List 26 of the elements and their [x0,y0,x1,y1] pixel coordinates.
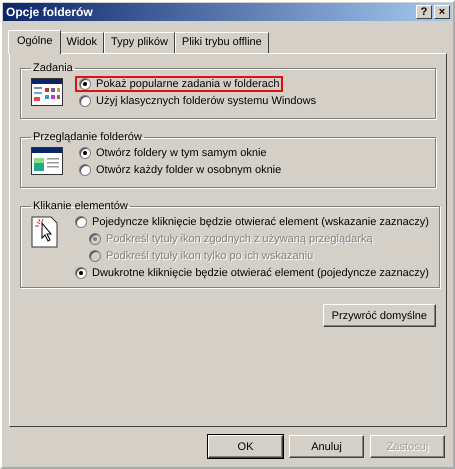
radio-option[interactable]: Pojedyncze kliknięcie będzie otwierać element (wskazanie zaznaczy) [71,214,433,230]
radio-option[interactable]: Dwukrotne kliknięcie będzie otwierać element (pojedyncze zaznaczy) [71,265,433,281]
radio-button[interactable] [79,164,91,176]
radio-button[interactable] [75,267,87,279]
tab[interactable]: Ogólne [8,30,62,54]
group-title: Zadania [32,62,74,74]
radio-button[interactable] [79,95,91,107]
group-title: Klikanie elementów [32,200,129,212]
restore-defaults-button[interactable]: Przywróć domyślne [322,304,436,327]
dialog-button[interactable]: Anuluj [289,435,364,458]
radio-button[interactable] [79,78,91,90]
radio-option[interactable]: Pokaż popularne zadania w folderach [75,76,284,92]
click-cursor-icon [31,216,59,248]
radio-option[interactable]: Użyj klasycznych folderów systemu Windows [75,93,320,109]
window-title: Opcje folderów [6,5,94,19]
close-button[interactable]: × [434,5,450,19]
radio-option[interactable]: Otwórz każdy folder w osobnym oknie [75,162,286,178]
help-button[interactable]: ? [416,5,432,19]
tab[interactable]: Typy plików [104,32,175,53]
tab[interactable]: Widok [59,32,104,53]
radio-option[interactable]: Otwórz foldery w tym samym oknie [75,145,271,161]
group-title: Przeglądanie folderów [32,131,143,143]
tab[interactable]: Pliki trybu offline [174,32,269,53]
radio-button[interactable] [79,147,91,159]
radio-button[interactable] [75,216,87,228]
dialog-button[interactable]: OK [208,435,283,458]
